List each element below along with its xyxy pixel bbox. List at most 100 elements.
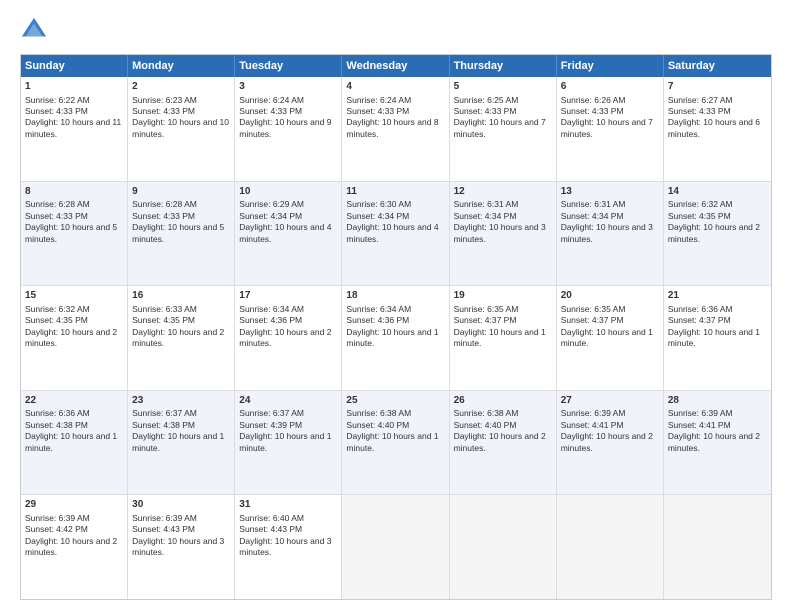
calendar-row: 15Sunrise: 6:32 AMSunset: 4:35 PMDayligh… bbox=[21, 285, 771, 390]
sunset-text: Sunset: 4:36 PM bbox=[346, 315, 409, 325]
day-number: 15 bbox=[25, 289, 123, 303]
sunset-text: Sunset: 4:37 PM bbox=[454, 315, 517, 325]
day-number: 19 bbox=[454, 289, 552, 303]
daylight-text: Daylight: 10 hours and 1 minute. bbox=[25, 431, 117, 452]
calendar-cell: 1Sunrise: 6:22 AMSunset: 4:33 PMDaylight… bbox=[21, 77, 128, 181]
calendar-row: 8Sunrise: 6:28 AMSunset: 4:33 PMDaylight… bbox=[21, 181, 771, 286]
logo bbox=[20, 16, 52, 44]
calendar-cell: 25Sunrise: 6:38 AMSunset: 4:40 PMDayligh… bbox=[342, 391, 449, 495]
day-number: 29 bbox=[25, 498, 123, 512]
sunrise-text: Sunrise: 6:36 AM bbox=[25, 408, 90, 418]
calendar-row: 22Sunrise: 6:36 AMSunset: 4:38 PMDayligh… bbox=[21, 390, 771, 495]
day-number: 10 bbox=[239, 185, 337, 199]
day-number: 5 bbox=[454, 80, 552, 94]
day-number: 24 bbox=[239, 394, 337, 408]
sunrise-text: Sunrise: 6:25 AM bbox=[454, 95, 519, 105]
daylight-text: Daylight: 10 hours and 3 minutes. bbox=[561, 222, 653, 243]
calendar-cell: 14Sunrise: 6:32 AMSunset: 4:35 PMDayligh… bbox=[664, 182, 771, 286]
daylight-text: Daylight: 10 hours and 10 minutes. bbox=[132, 117, 229, 138]
calendar-header-day: Friday bbox=[557, 55, 664, 77]
calendar-cell: 3Sunrise: 6:24 AMSunset: 4:33 PMDaylight… bbox=[235, 77, 342, 181]
daylight-text: Daylight: 10 hours and 4 minutes. bbox=[239, 222, 331, 243]
day-number: 25 bbox=[346, 394, 444, 408]
header bbox=[20, 16, 772, 44]
calendar-cell: 6Sunrise: 6:26 AMSunset: 4:33 PMDaylight… bbox=[557, 77, 664, 181]
calendar-cell: 10Sunrise: 6:29 AMSunset: 4:34 PMDayligh… bbox=[235, 182, 342, 286]
calendar-cell: 9Sunrise: 6:28 AMSunset: 4:33 PMDaylight… bbox=[128, 182, 235, 286]
sunset-text: Sunset: 4:35 PM bbox=[668, 211, 731, 221]
calendar-cell: 29Sunrise: 6:39 AMSunset: 4:42 PMDayligh… bbox=[21, 495, 128, 599]
calendar-cell: 11Sunrise: 6:30 AMSunset: 4:34 PMDayligh… bbox=[342, 182, 449, 286]
sunrise-text: Sunrise: 6:31 AM bbox=[454, 199, 519, 209]
sunrise-text: Sunrise: 6:32 AM bbox=[668, 199, 733, 209]
sunset-text: Sunset: 4:34 PM bbox=[239, 211, 302, 221]
daylight-text: Daylight: 10 hours and 3 minutes. bbox=[239, 536, 331, 557]
sunrise-text: Sunrise: 6:35 AM bbox=[561, 304, 626, 314]
sunset-text: Sunset: 4:38 PM bbox=[132, 420, 195, 430]
calendar-header-day: Tuesday bbox=[235, 55, 342, 77]
daylight-text: Daylight: 10 hours and 3 minutes. bbox=[454, 222, 546, 243]
calendar-body: 1Sunrise: 6:22 AMSunset: 4:33 PMDaylight… bbox=[21, 77, 771, 599]
day-number: 21 bbox=[668, 289, 767, 303]
sunset-text: Sunset: 4:33 PM bbox=[561, 106, 624, 116]
calendar: SundayMondayTuesdayWednesdayThursdayFrid… bbox=[20, 54, 772, 600]
daylight-text: Daylight: 10 hours and 8 minutes. bbox=[346, 117, 438, 138]
calendar-cell: 22Sunrise: 6:36 AMSunset: 4:38 PMDayligh… bbox=[21, 391, 128, 495]
sunrise-text: Sunrise: 6:23 AM bbox=[132, 95, 197, 105]
day-number: 12 bbox=[454, 185, 552, 199]
sunrise-text: Sunrise: 6:24 AM bbox=[239, 95, 304, 105]
calendar-cell bbox=[342, 495, 449, 599]
sunrise-text: Sunrise: 6:34 AM bbox=[239, 304, 304, 314]
sunrise-text: Sunrise: 6:37 AM bbox=[239, 408, 304, 418]
sunrise-text: Sunrise: 6:28 AM bbox=[25, 199, 90, 209]
calendar-cell: 5Sunrise: 6:25 AMSunset: 4:33 PMDaylight… bbox=[450, 77, 557, 181]
calendar-cell: 23Sunrise: 6:37 AMSunset: 4:38 PMDayligh… bbox=[128, 391, 235, 495]
calendar-cell: 12Sunrise: 6:31 AMSunset: 4:34 PMDayligh… bbox=[450, 182, 557, 286]
sunset-text: Sunset: 4:33 PM bbox=[239, 106, 302, 116]
calendar-cell: 27Sunrise: 6:39 AMSunset: 4:41 PMDayligh… bbox=[557, 391, 664, 495]
calendar-header-day: Saturday bbox=[664, 55, 771, 77]
daylight-text: Daylight: 10 hours and 2 minutes. bbox=[668, 222, 760, 243]
sunrise-text: Sunrise: 6:36 AM bbox=[668, 304, 733, 314]
daylight-text: Daylight: 10 hours and 1 minute. bbox=[561, 327, 653, 348]
daylight-text: Daylight: 10 hours and 9 minutes. bbox=[239, 117, 331, 138]
sunrise-text: Sunrise: 6:35 AM bbox=[454, 304, 519, 314]
day-number: 3 bbox=[239, 80, 337, 94]
sunrise-text: Sunrise: 6:33 AM bbox=[132, 304, 197, 314]
day-number: 7 bbox=[668, 80, 767, 94]
daylight-text: Daylight: 10 hours and 2 minutes. bbox=[668, 431, 760, 452]
daylight-text: Daylight: 10 hours and 1 minute. bbox=[132, 431, 224, 452]
calendar-cell: 18Sunrise: 6:34 AMSunset: 4:36 PMDayligh… bbox=[342, 286, 449, 390]
sunset-text: Sunset: 4:37 PM bbox=[668, 315, 731, 325]
sunset-text: Sunset: 4:41 PM bbox=[668, 420, 731, 430]
calendar-cell: 28Sunrise: 6:39 AMSunset: 4:41 PMDayligh… bbox=[664, 391, 771, 495]
daylight-text: Daylight: 10 hours and 1 minute. bbox=[239, 431, 331, 452]
day-number: 17 bbox=[239, 289, 337, 303]
sunrise-text: Sunrise: 6:38 AM bbox=[454, 408, 519, 418]
day-number: 11 bbox=[346, 185, 444, 199]
calendar-cell: 16Sunrise: 6:33 AMSunset: 4:35 PMDayligh… bbox=[128, 286, 235, 390]
daylight-text: Daylight: 10 hours and 1 minute. bbox=[346, 327, 438, 348]
sunset-text: Sunset: 4:33 PM bbox=[346, 106, 409, 116]
sunrise-text: Sunrise: 6:37 AM bbox=[132, 408, 197, 418]
sunset-text: Sunset: 4:40 PM bbox=[454, 420, 517, 430]
day-number: 1 bbox=[25, 80, 123, 94]
calendar-cell: 31Sunrise: 6:40 AMSunset: 4:43 PMDayligh… bbox=[235, 495, 342, 599]
daylight-text: Daylight: 10 hours and 2 minutes. bbox=[25, 327, 117, 348]
sunset-text: Sunset: 4:43 PM bbox=[239, 524, 302, 534]
sunrise-text: Sunrise: 6:24 AM bbox=[346, 95, 411, 105]
daylight-text: Daylight: 10 hours and 2 minutes. bbox=[25, 536, 117, 557]
calendar-header: SundayMondayTuesdayWednesdayThursdayFrid… bbox=[21, 55, 771, 77]
day-number: 8 bbox=[25, 185, 123, 199]
day-number: 4 bbox=[346, 80, 444, 94]
sunrise-text: Sunrise: 6:39 AM bbox=[132, 513, 197, 523]
day-number: 9 bbox=[132, 185, 230, 199]
calendar-cell: 15Sunrise: 6:32 AMSunset: 4:35 PMDayligh… bbox=[21, 286, 128, 390]
calendar-cell: 20Sunrise: 6:35 AMSunset: 4:37 PMDayligh… bbox=[557, 286, 664, 390]
page: SundayMondayTuesdayWednesdayThursdayFrid… bbox=[0, 0, 792, 612]
sunrise-text: Sunrise: 6:40 AM bbox=[239, 513, 304, 523]
sunrise-text: Sunrise: 6:39 AM bbox=[25, 513, 90, 523]
sunrise-text: Sunrise: 6:39 AM bbox=[561, 408, 626, 418]
calendar-cell bbox=[450, 495, 557, 599]
sunset-text: Sunset: 4:34 PM bbox=[346, 211, 409, 221]
